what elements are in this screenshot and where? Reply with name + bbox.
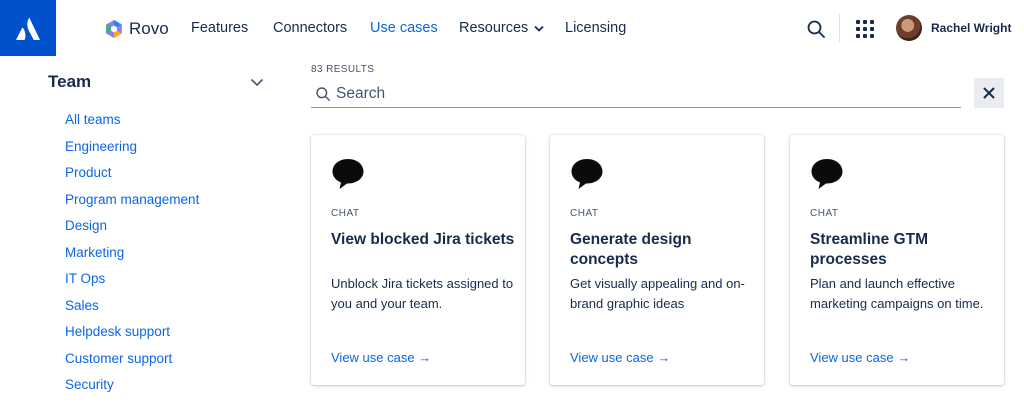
view-use-case-link[interactable]: View use case → [570,350,670,365]
sidebar-item-product[interactable]: Product [65,163,199,190]
nav-resources-label: Resources [459,20,529,36]
use-case-card[interactable]: CHAT View blocked Jira tickets Unblock J… [311,135,525,385]
atlassian-logo-icon[interactable] [0,0,56,56]
product-name: Rovo [129,19,169,38]
rovo-logo-icon [106,20,122,38]
use-case-card[interactable]: CHAT Streamline GTM processes Plan and l… [790,135,1004,385]
sidebar-item-marketing[interactable]: Marketing [65,243,199,270]
nav-resources[interactable]: Resources [459,20,544,36]
card-description: Plan and launch effective marketing camp… [810,276,984,311]
card-title[interactable]: Generate design concepts [570,230,755,270]
view-use-case-link[interactable]: View use case → [331,350,431,365]
sidebar-item-sales[interactable]: Sales [65,296,199,323]
sidebar-item-engineering[interactable]: Engineering [65,137,199,164]
card-category: CHAT [570,208,599,219]
sidebar-item-design[interactable]: Design [65,216,199,243]
chat-bubble-icon [332,159,364,189]
rovo-logo[interactable]: Rovo [104,16,169,42]
view-use-case-link[interactable]: View use case → [810,350,910,365]
chevron-down-icon [534,25,544,32]
use-case-card[interactable]: CHAT Generate design concepts Get visual… [550,135,764,385]
app-switcher-icon[interactable] [856,20,874,38]
close-icon [983,87,995,99]
chat-bubble-icon [571,159,603,189]
sidebar-item-helpdesk-support[interactable]: Helpdesk support [65,322,199,349]
nav-connectors[interactable]: Connectors [273,20,347,36]
search-icon[interactable] [806,19,826,39]
search-icon [316,86,330,101]
sidebar-item-it-ops[interactable]: IT Ops [65,269,199,296]
nav-features[interactable]: Features [191,20,248,36]
card-description: Get visually appealing and on-brand grap… [570,276,745,311]
nav-use-cases[interactable]: Use cases [370,20,438,36]
results-count: 83 RESULTS [311,64,375,75]
top-nav-header: Rovo Features Connectors Use cases Resou… [0,0,1024,56]
card-category: CHAT [810,208,839,219]
sidebar-item-customer-support[interactable]: Customer support [65,349,199,376]
header-divider [839,14,840,42]
search-input[interactable] [336,84,936,103]
sidebar-item-security[interactable]: Security [65,375,199,402]
chevron-down-icon[interactable] [250,78,264,87]
search-bar [311,80,961,108]
card-title[interactable]: Streamline GTM processes [810,230,995,270]
sidebar-item-all-teams[interactable]: All teams [65,110,199,137]
card-description: Unblock Jira tickets assigned to you and… [331,276,514,311]
sidebar-title[interactable]: Team [48,72,91,92]
user-name[interactable]: Rachel Wright [931,21,1011,35]
chat-bubble-icon [811,159,843,189]
sidebar-team-list: All teams Engineering Product Program ma… [65,110,199,402]
nav-licensing[interactable]: Licensing [565,20,626,36]
card-title[interactable]: View blocked Jira tickets [331,230,516,250]
card-category: CHAT [331,208,360,219]
clear-search-button[interactable] [974,78,1004,108]
sidebar-item-program-management[interactable]: Program management [65,190,199,217]
avatar[interactable] [896,15,922,41]
